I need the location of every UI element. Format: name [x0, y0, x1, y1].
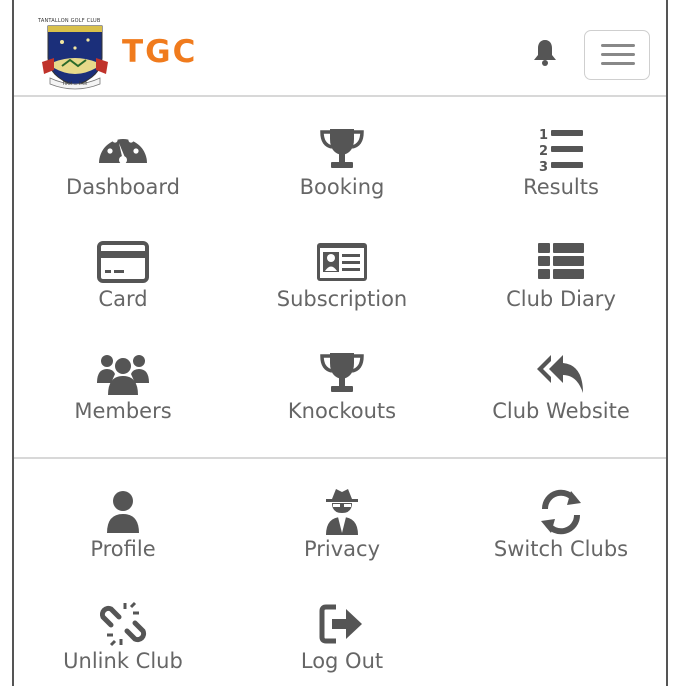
menu-item-members[interactable]: Members: [14, 323, 232, 435]
menu-item-label: Unlink Club: [63, 649, 183, 673]
menu-item-knockouts[interactable]: Knockouts: [233, 323, 451, 435]
menu-item-label: Card: [98, 287, 148, 311]
hamburger-line-icon: [601, 44, 635, 47]
menu-item-switch-clubs[interactable]: Switch Clubs: [452, 461, 670, 573]
club-crest-logo[interactable]: FIRM ... FAIR: [40, 18, 110, 90]
menu-item-label: Log Out: [300, 649, 384, 673]
menu-item-label: Switch Clubs: [493, 537, 629, 561]
hamburger-line-icon: [601, 62, 635, 65]
unlink-icon: [99, 601, 147, 647]
menu-item-club-website[interactable]: Club Website: [452, 323, 670, 435]
menu-toggle-button[interactable]: [584, 30, 650, 80]
menu-item-label: Privacy: [303, 537, 381, 561]
menu-item-label: Club Diary: [506, 287, 616, 311]
menu-item-label: Results: [523, 175, 599, 199]
user-secret-icon: [326, 489, 358, 535]
menu-item-unlink-club[interactable]: Unlink Club: [14, 573, 232, 685]
main-menu-section: Dashboard Booking 1 2 3 Results Card Sub…: [14, 97, 666, 459]
app-frame: TANTALLON GOLF CLUB FIRM ... FAIR TGC Da…: [12, 0, 668, 686]
id-card-icon: [317, 243, 367, 281]
account-menu-section: Profile Privacy Switch Clubs Unlink Club…: [14, 459, 666, 686]
gauge-icon: [99, 133, 147, 164]
menu-item-label: Knockouts: [287, 399, 397, 423]
menu-item-dashboard[interactable]: Dashboard: [14, 99, 232, 211]
list-icon: [538, 243, 584, 279]
menu-item-club-diary[interactable]: Club Diary: [452, 211, 670, 323]
menu-item-card[interactable]: Card: [14, 211, 232, 323]
brand-name[interactable]: TGC: [122, 34, 197, 70]
menu-item-label: Club Website: [492, 399, 630, 423]
svg-text:2: 2: [539, 144, 548, 159]
menu-item-booking[interactable]: Booking: [233, 99, 451, 211]
hamburger-line-icon: [601, 53, 635, 56]
users-icon: [97, 355, 149, 395]
menu-item-subscription[interactable]: Subscription: [233, 211, 451, 323]
sign-out-icon: [319, 604, 362, 644]
menu-item-label: Dashboard: [66, 175, 180, 199]
credit-card-icon: [97, 241, 149, 283]
trophy-icon: [320, 129, 364, 168]
top-bar: TANTALLON GOLF CLUB FIRM ... FAIR TGC: [14, 0, 666, 97]
menu-item-results[interactable]: 1 2 3 Results: [452, 99, 670, 211]
menu-item-label: Members: [74, 399, 172, 423]
bell-icon[interactable]: [532, 38, 558, 66]
svg-text:3: 3: [539, 160, 548, 175]
reply-all-icon: [537, 355, 583, 393]
menu-item-privacy[interactable]: Privacy: [233, 461, 451, 573]
user-icon: [107, 491, 139, 533]
menu-item-label: Booking: [299, 175, 385, 199]
menu-item-profile[interactable]: Profile: [14, 461, 232, 573]
refresh-icon: [541, 489, 581, 535]
menu-item-label: Subscription: [276, 287, 408, 311]
menu-item-label: Profile: [90, 537, 156, 561]
numbered-list-icon: 1 2 3: [539, 128, 583, 175]
trophy-icon: [320, 353, 364, 392]
logo-motto: FIRM ... FAIR: [63, 81, 88, 86]
menu-item-log-out[interactable]: Log Out: [233, 573, 451, 685]
svg-text:1: 1: [539, 128, 548, 143]
